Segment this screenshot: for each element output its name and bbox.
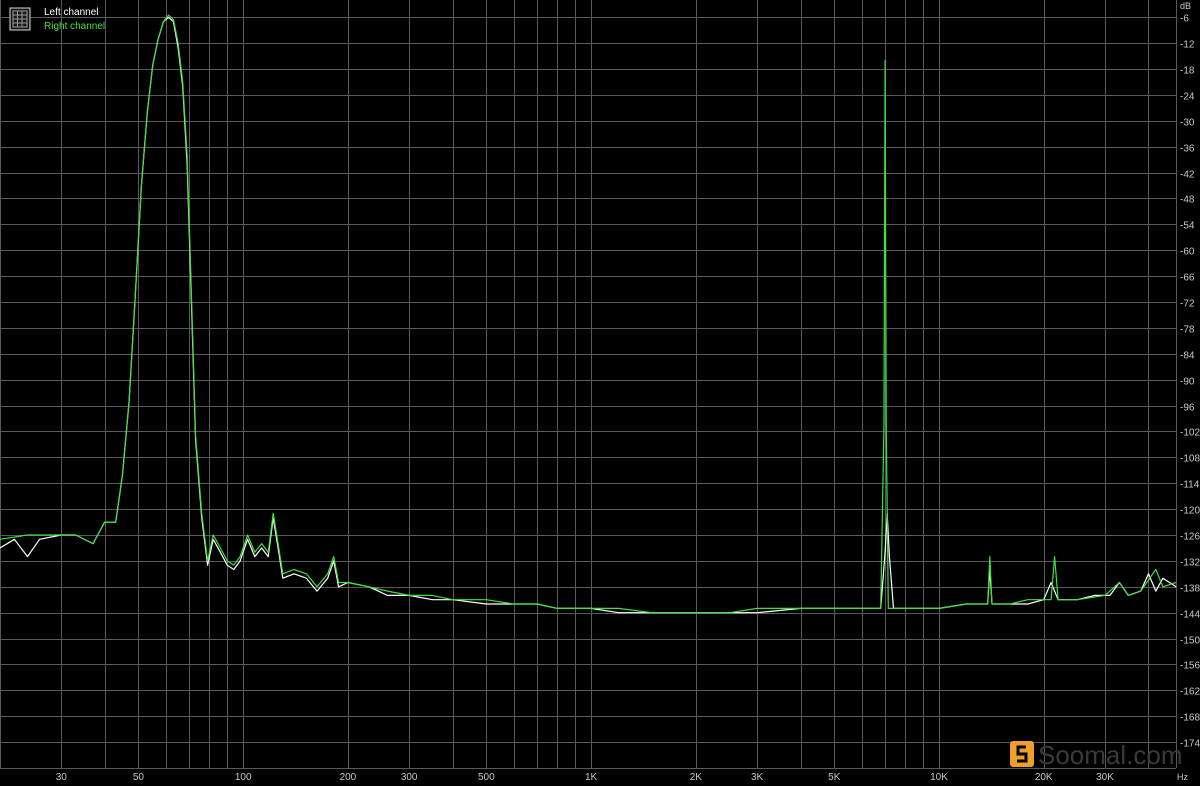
watermark-text: Soomal.com [1038,740,1183,770]
y-tick-label: -36 [1180,144,1195,155]
y-tick-label: -90 [1180,377,1195,388]
x-tick-label: 300 [401,772,418,783]
y-tick-label: -48 [1180,195,1195,206]
y-tick-label: -72 [1180,299,1195,310]
y-tick-label: -102 [1180,428,1200,439]
x-tick-label: 1K [585,772,598,783]
x-tick-label: 3K [751,772,764,783]
legend-right-channel: Right channel [44,21,105,32]
chart-background [0,0,1200,786]
x-tick-label: 2K [690,772,703,783]
y-tick-label: -66 [1180,273,1195,284]
y-tick-label: -114 [1180,480,1200,491]
x-tick-label: 100 [235,772,252,783]
y-tick-label: -156 [1180,661,1200,672]
x-tick-label: 30 [56,772,68,783]
x-axis-unit-label: Hz [1177,772,1188,782]
x-tick-label: 200 [340,772,357,783]
y-tick-label: -30 [1180,118,1195,129]
y-tick-label: -60 [1180,247,1195,258]
x-tick-label: 50 [133,772,145,783]
x-tick-label: 5K [828,772,841,783]
y-tick-label: -174 [1180,739,1200,750]
y-tick-label: -150 [1180,636,1200,647]
y-tick-label: -138 [1180,584,1200,595]
y-tick-label: -12 [1180,40,1195,51]
y-tick-label: -42 [1180,170,1195,181]
x-tick-label: 10K [930,772,948,783]
y-axis-unit-label: dB [1180,1,1191,11]
y-tick-label: -24 [1180,92,1195,103]
x-tick-label: 20K [1035,772,1053,783]
grid-icon[interactable] [9,7,31,31]
y-tick-label: -108 [1180,454,1200,465]
x-tick-label: 30K [1096,772,1114,783]
y-tick-label: -6 [1180,14,1189,25]
y-tick-label: -54 [1180,221,1195,232]
y-tick-label: -132 [1180,558,1200,569]
y-tick-label: -126 [1180,532,1200,543]
y-tick-label: -168 [1180,713,1200,724]
y-tick-label: -96 [1180,403,1195,414]
y-tick-label: -120 [1180,506,1200,517]
y-tick-label: -162 [1180,687,1200,698]
y-tick-label: -144 [1180,610,1200,621]
spectrum-chart: -6 -12 -18 -24 -30 -36 -42 -48 -54 -60 -66 -72 -78 -8… [0,0,1200,786]
y-tick-label: -84 [1180,351,1195,362]
x-tick-label: 500 [478,772,495,783]
y-tick-label: -78 [1180,325,1195,336]
legend-left-channel: Left channel [44,7,99,18]
y-tick-label: -18 [1180,66,1195,77]
